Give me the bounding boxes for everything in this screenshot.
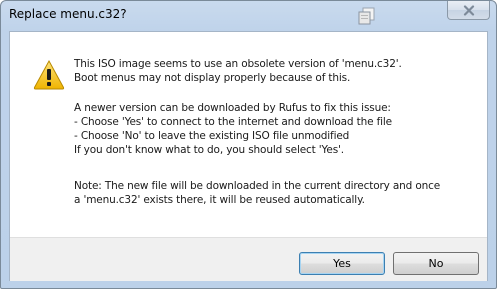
message-paragraph-1: This ISO image seems to use an obsolete … bbox=[74, 57, 402, 85]
message-line: - Choose 'No' to leave the existing ISO … bbox=[74, 130, 350, 142]
message-paragraph-3: Note: The new file will be downloaded in… bbox=[74, 179, 440, 207]
yes-button[interactable]: Yes bbox=[299, 252, 385, 275]
copy-windows-icon bbox=[357, 6, 377, 26]
message-line: If you don't know what to do, you should… bbox=[74, 144, 344, 156]
message-area: This ISO image seems to use an obsolete … bbox=[10, 32, 487, 237]
no-button[interactable]: No bbox=[393, 252, 479, 275]
message-line: - Choose 'Yes' to connect to the interne… bbox=[74, 116, 392, 128]
message-line: This ISO image seems to use an obsolete … bbox=[74, 58, 402, 70]
dialog-body: This ISO image seems to use an obsolete … bbox=[9, 31, 488, 281]
message-line: Note: The new file will be downloaded in… bbox=[74, 180, 441, 192]
button-bar: Yes No bbox=[10, 237, 487, 281]
message-line: A newer version can be downloaded by Ruf… bbox=[74, 102, 391, 114]
message-line: a 'menu.c32' exists there, it will be re… bbox=[74, 194, 365, 206]
window-title: Replace menu.c32? bbox=[9, 7, 127, 21]
title-bar[interactable]: Replace menu.c32? bbox=[1, 1, 496, 31]
warning-icon bbox=[33, 59, 65, 91]
message-line: Boot menus may not display properly beca… bbox=[74, 72, 351, 84]
message-paragraph-2: A newer version can be downloaded by Ruf… bbox=[74, 101, 392, 157]
close-button[interactable] bbox=[447, 1, 490, 20]
close-icon bbox=[463, 1, 475, 20]
dialog-window: Replace menu.c32? This ISO image seems t… bbox=[0, 0, 497, 289]
